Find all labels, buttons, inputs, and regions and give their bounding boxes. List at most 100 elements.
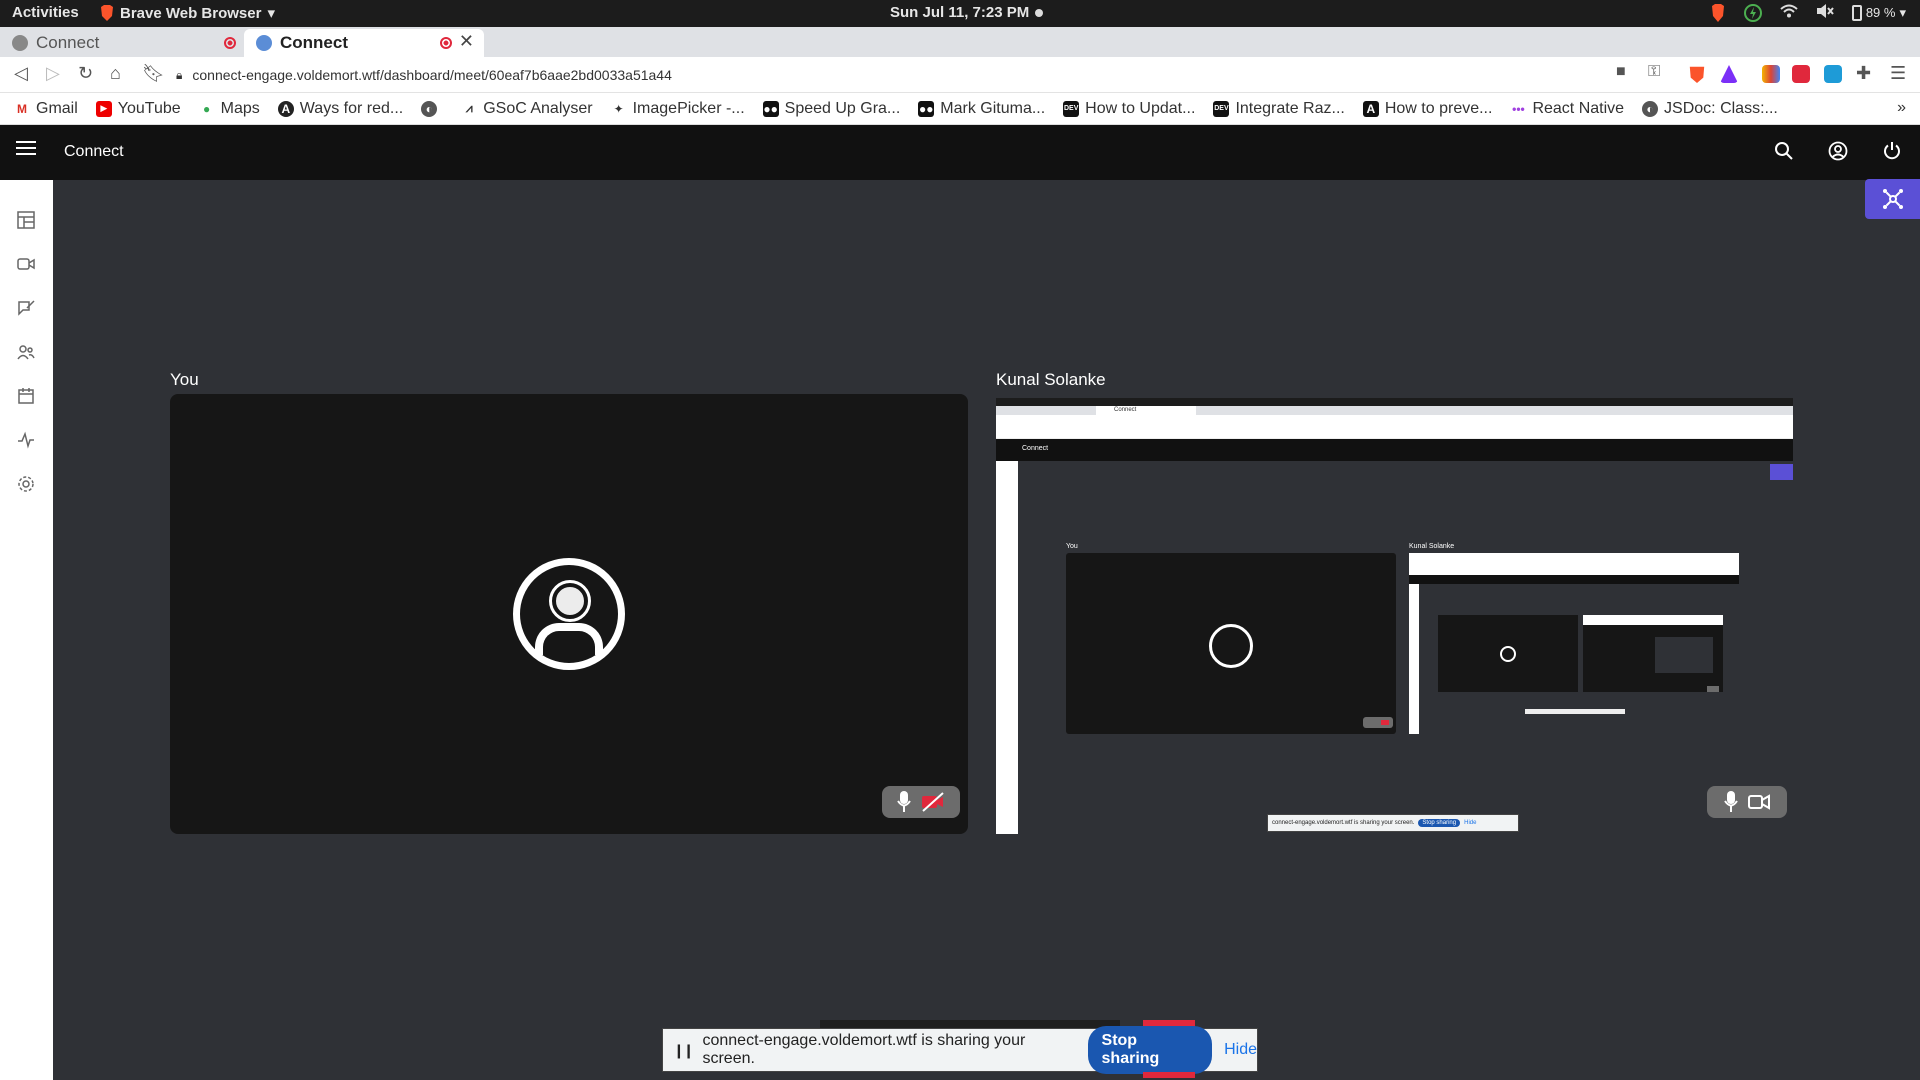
remote-participant-label: Kunal Solanke — [996, 370, 1106, 389]
bookmark-how-to-update[interactable]: DEV How to Updat... — [1063, 100, 1195, 118]
youtube-icon: ▶ — [95, 100, 112, 117]
account-icon[interactable] — [1828, 141, 1848, 161]
bookmark-globe[interactable]: ◐ — [421, 100, 443, 117]
tab-connect-inactive[interactable]: Connect — [0, 29, 244, 57]
hamburger-menu-icon[interactable] — [16, 141, 36, 157]
volume-muted-icon — [1816, 3, 1834, 22]
bookmark-label: How to Updat... — [1085, 99, 1196, 117]
power-icon[interactable] — [1882, 141, 1902, 161]
bookmark-ways-for-red[interactable]: A Ways for red... — [277, 99, 404, 118]
medium-icon: ●● — [918, 100, 935, 117]
clock[interactable]: Sun Jul 11, 7:23 PM — [890, 4, 1029, 21]
nested-stop-sharing: Stop sharing — [1418, 819, 1461, 827]
bookmark-label: Speed Up Gra... — [784, 99, 901, 117]
microphone-icon[interactable] — [1724, 791, 1738, 813]
bookmark-mark-gituma[interactable]: ●● Mark Gituma... — [918, 100, 1045, 118]
avatar-placeholder-icon — [513, 558, 625, 670]
more-bookmarks-button[interactable]: » — [1897, 99, 1906, 117]
browser-toolbar: ◁ ▷ ↻ ⌂ 🔖︎ 🔒︎ connect-engage.voldemort.w… — [0, 57, 1920, 93]
site-icon: ••• — [1512, 101, 1525, 116]
self-video-tile[interactable] — [170, 394, 968, 834]
settings-gear-icon[interactable] — [17, 475, 35, 493]
stop-sharing-button[interactable]: Stop sharing — [1087, 1026, 1213, 1074]
extension-red-icon[interactable] — [1792, 65, 1810, 83]
globe-icon: ◐ — [421, 100, 438, 117]
dev-icon: DEV — [1213, 100, 1230, 117]
extension-colorful-icon[interactable] — [1762, 65, 1780, 83]
connect-favicon — [256, 35, 272, 51]
calendar-icon[interactable] — [17, 387, 35, 405]
tab-strip: Connect Connect ✕ + — ❐ ✕ — [0, 27, 1920, 81]
battery-percent: 89 % — [1865, 5, 1896, 20]
bookmark-jsdoc[interactable]: ◐ JSDoc: Class:... — [1642, 100, 1778, 118]
bookmark-integrate-raz[interactable]: DEV Integrate Raz... — [1213, 100, 1345, 118]
bookmark-how-to-prevent[interactable]: A How to preve... — [1362, 99, 1493, 118]
camera-off-icon[interactable] — [921, 792, 945, 812]
chat-icon[interactable] — [17, 299, 35, 317]
app-header: Connect — [0, 125, 1920, 180]
bookmarks-bar: M Gmail ▶ YouTube ● Maps A Ways for red... ◐… — [0, 93, 1920, 125]
app-menu[interactable]: Brave Web Browser ▾ — [100, 4, 275, 22]
remote-screen-share-tile[interactable]: Connect Connect You Kunal Solanke connec… — [996, 398, 1793, 834]
system-tray[interactable]: 89 % ▾ — [1710, 3, 1906, 22]
video-call-icon[interactable] — [17, 255, 35, 273]
bookmark-label: GSoC Analyser — [483, 99, 593, 117]
key-icon[interactable]: ⚿ — [1648, 63, 1660, 81]
nested-app-title: Connect — [1022, 445, 1049, 452]
search-icon[interactable] — [1774, 141, 1794, 161]
bookmark-youtube[interactable]: ▶ YouTube — [95, 99, 181, 118]
brave-lion-icon — [101, 5, 113, 21]
microphone-icon[interactable] — [897, 791, 911, 813]
brave-rewards-icon[interactable] — [1720, 65, 1738, 83]
system-top-bar: Activities Brave Web Browser ▾ Sun Jul 1… — [0, 0, 1920, 27]
reload-icon[interactable]: ↻ — [78, 63, 93, 84]
bookmark-maps[interactable]: ● Maps — [199, 100, 260, 118]
app-name-label: Brave Web Browser — [120, 4, 262, 22]
nested-hide: Hide — [1464, 820, 1477, 826]
network-graph-button[interactable] — [1865, 179, 1920, 219]
connect-favicon — [12, 35, 28, 51]
activities-button[interactable]: Activities — [12, 4, 79, 21]
site-icon: A — [1362, 100, 1379, 117]
tab-label: Connect — [36, 33, 100, 52]
gmail-icon: M — [17, 101, 27, 116]
home-icon[interactable]: ⌂ — [110, 63, 121, 84]
forward-icon[interactable]: ▷ — [46, 63, 60, 84]
nested-top-bar — [996, 398, 1793, 406]
bookmark-gmail[interactable]: M Gmail — [14, 100, 78, 118]
extension-cube-icon[interactable] — [1824, 65, 1842, 83]
bookmark-speed-up[interactable]: ●● Speed Up Gra... — [762, 99, 901, 118]
bookmark-label: JSDoc: Class:... — [1664, 99, 1778, 117]
header-actions — [1774, 141, 1902, 161]
bookmark-icon[interactable]: 🔖︎ — [142, 63, 165, 84]
network-graph-icon — [1882, 189, 1903, 209]
app-title: Connect — [64, 143, 124, 160]
drag-handle-icon[interactable]: ❙❙ — [673, 1042, 695, 1059]
bookmark-label: How to preve... — [1384, 99, 1493, 117]
back-icon[interactable]: ◁ — [14, 63, 28, 84]
bookmark-imagepicker[interactable]: ✦ ImagePicker -... — [611, 100, 745, 118]
dashboard-icon[interactable] — [17, 211, 35, 229]
share-message: connect-engage.voldemort.wtf is sharing … — [702, 1032, 1026, 1067]
nested-media-controls — [1363, 717, 1393, 728]
brave-shields-icon[interactable] — [1689, 66, 1705, 83]
avatar-head-shape — [549, 580, 591, 622]
avatar-body-shape — [535, 623, 603, 655]
bookmark-label: YouTube — [117, 99, 181, 117]
extensions-puzzle-icon[interactable]: ✚ — [1856, 63, 1871, 84]
bookmark-gsoc-analyser[interactable]: ⩘ GSoC Analyser — [461, 99, 593, 118]
close-tab-icon[interactable]: ✕ — [459, 31, 474, 52]
share-bar-bottom-red-accent — [1143, 1072, 1195, 1078]
people-icon[interactable] — [17, 343, 35, 361]
bookmark-label: Ways for red... — [299, 99, 404, 117]
share-bar-shadow-tab — [820, 1020, 1120, 1028]
browser-menu-icon[interactable]: ☰ — [1890, 63, 1906, 84]
camera-in-use-icon[interactable]: ■ — [1616, 63, 1626, 81]
bookmark-react-native[interactable]: ••• React Native — [1510, 100, 1624, 118]
camera-icon[interactable] — [1748, 794, 1770, 810]
tab-connect-active[interactable]: Connect ✕ — [244, 29, 484, 57]
bookmark-label: ImagePicker -... — [632, 99, 745, 117]
hide-button[interactable]: Hide — [1224, 1041, 1257, 1059]
activity-icon[interactable] — [17, 431, 35, 449]
address-bar[interactable]: 🔒︎ connect-engage.voldemort.wtf/dashboar… — [176, 62, 1596, 88]
